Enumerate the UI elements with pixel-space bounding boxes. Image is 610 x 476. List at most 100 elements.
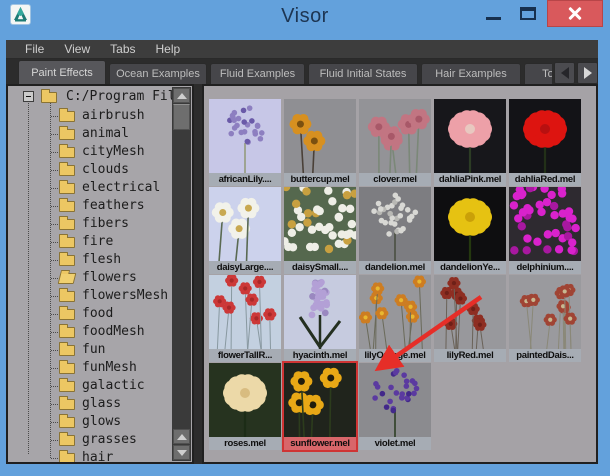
tree-item-label: funMesh (82, 360, 137, 375)
brush-thumbnail-lilyorange-mel[interactable]: lilyOrange.mel (359, 275, 431, 362)
tree-item-foodmesh[interactable]: foodMesh (8, 323, 192, 341)
tree-item-animal[interactable]: animal (8, 125, 192, 143)
tree-item-label: cityMesh (82, 144, 145, 159)
thumbnail-image (509, 99, 581, 173)
tree-connector (51, 116, 58, 117)
thumbnail-image (509, 275, 581, 349)
tree-scrollbar[interactable] (172, 87, 191, 461)
menu-file[interactable]: File (15, 40, 54, 59)
thumbnail-label: dandelionYe... (434, 261, 506, 274)
maximize-button[interactable] (513, 0, 543, 27)
brush-thumbnail-dahliared-mel[interactable]: dahliaRed.mel (509, 99, 581, 186)
tab-paint-effects[interactable]: Paint Effects (18, 60, 106, 84)
brush-thumbnail-flowertallr-[interactable]: flowerTallR... (209, 275, 281, 362)
brush-thumbnail-violet-mel[interactable]: violet.mel (359, 363, 431, 450)
brush-thumbnail-africanlily-[interactable]: africanLily.... (209, 99, 281, 186)
brush-thumbnail-dandelionye-[interactable]: dandelionYe... (434, 187, 506, 274)
brush-thumbnail-sunflower-mel[interactable]: sunflower.mel (282, 361, 358, 452)
brush-thumbnail-dandelion-mel[interactable]: dandelion.mel (359, 187, 431, 274)
tree-item-glows[interactable]: glows (8, 413, 192, 431)
brush-thumbnail-clover-mel[interactable]: clover.mel (359, 99, 431, 186)
brush-thumbnail-painteddais-[interactable]: paintedDais... (509, 275, 581, 362)
brush-thumbnail-lilyred-mel[interactable]: lilyRed.mel (434, 275, 506, 362)
open-folder-icon (57, 273, 77, 284)
panel-splitter[interactable] (194, 84, 202, 464)
tree-item-c-program-files[interactable]: C:/Program Files (8, 88, 192, 106)
tree-connector (51, 422, 58, 423)
tree-connector (51, 350, 58, 351)
menu-help[interactable]: Help (146, 40, 191, 59)
thumbnail-label: clover.mel (359, 173, 431, 186)
brush-thumbnail-buttercup-mel[interactable]: buttercup.mel (284, 99, 356, 186)
tree-connector (51, 206, 58, 207)
tab-scroll-right-button[interactable] (577, 62, 598, 84)
tab-hair-examples[interactable]: Hair Examples (421, 63, 521, 84)
brush-thumbnail-dahliapink-mel[interactable]: dahliaPink.mel (434, 99, 506, 186)
brush-thumbnail-daisysmall-[interactable]: daisySmall.... (284, 187, 356, 274)
tree-item-funmesh[interactable]: funMesh (8, 359, 192, 377)
tree-item-clouds[interactable]: clouds (8, 161, 192, 179)
folder-icon (59, 216, 75, 230)
close-button[interactable] (547, 0, 603, 27)
thumbnail-label: delphinium.... (509, 261, 581, 274)
chevron-left-icon (560, 67, 569, 79)
tree-connector (51, 404, 58, 405)
brush-thumbnail-roses-mel[interactable]: roses.mel (209, 363, 281, 450)
tab-ocean-examples[interactable]: Ocean Examples (109, 63, 207, 84)
arrow-up-icon (176, 92, 187, 99)
tree-connector (51, 224, 58, 225)
tree-item-airbrush[interactable]: airbrush (8, 107, 192, 125)
tab-scroll-left-button[interactable] (554, 62, 575, 84)
tree-item-citymesh[interactable]: cityMesh (8, 143, 192, 161)
minimize-button[interactable] (478, 0, 508, 27)
tree-item-label: food (82, 306, 114, 321)
thumbnail-image (509, 187, 581, 261)
tree-item-flowersmesh[interactable]: flowersMesh (8, 287, 192, 305)
tree-item-label: galactic (82, 378, 145, 393)
tree-item-grasses[interactable]: grasses (8, 431, 192, 449)
tree-item-label: fibers (82, 216, 129, 231)
arrow-down-icon (176, 449, 187, 456)
tree-connector (51, 296, 58, 297)
tree-item-feathers[interactable]: feathers (8, 197, 192, 215)
menu-tabs[interactable]: Tabs (100, 40, 145, 59)
thumbnail-label: dahliaPink.mel (434, 173, 506, 186)
tree-item-galactic[interactable]: galactic (8, 377, 192, 395)
thumbnail-label: dahliaRed.mel (509, 173, 581, 186)
tree-item-fire[interactable]: fire (8, 233, 192, 251)
tab-fluid-examples[interactable]: Fluid Examples (210, 63, 305, 84)
tree-item-label: flesh (82, 252, 122, 267)
titlebar[interactable]: Visor (0, 0, 610, 40)
folder-icon (59, 450, 75, 462)
scroll-up-button-bottom[interactable] (173, 429, 190, 444)
scroll-up-button[interactable] (173, 88, 190, 103)
tree-item-fibers[interactable]: fibers (8, 215, 192, 233)
tree-item-label: animal (82, 126, 129, 141)
brush-thumbnail-daisylarge-[interactable]: daisyLarge.... (209, 187, 281, 274)
tree-item-electrical[interactable]: electrical (8, 179, 192, 197)
tree-item-label: fun (82, 342, 106, 357)
thumbnail-image (209, 275, 281, 349)
brush-thumbnail-hyacinth-mel[interactable]: hyacinth.mel (284, 275, 356, 362)
tab-toon[interactable]: Toon (524, 63, 552, 84)
tab-fluid-initial-states[interactable]: Fluid Initial States (308, 63, 418, 84)
scrollbar-thumb[interactable] (173, 104, 190, 130)
brush-thumbnail-delphinium-[interactable]: delphinium.... (509, 187, 581, 274)
tree-item-glass[interactable]: glass (8, 395, 192, 413)
tree-item-label: grasses (82, 432, 137, 447)
thumbnail-label: lilyRed.mel (434, 349, 506, 362)
tree-item-fun[interactable]: fun (8, 341, 192, 359)
tree-item-label: flowers (82, 270, 137, 285)
tree-item-flowers[interactable]: flowers (8, 269, 192, 287)
scroll-down-button[interactable] (173, 445, 190, 460)
tree-item-hair[interactable]: hair (8, 449, 192, 462)
tree-item-food[interactable]: food (8, 305, 192, 323)
folder-icon (59, 360, 75, 374)
tree-item-label: flowersMesh (82, 288, 169, 303)
collapse-icon[interactable] (23, 91, 34, 102)
menu-view[interactable]: View (54, 40, 100, 59)
thumbnail-image (359, 275, 431, 349)
thumbnail-image (434, 275, 506, 349)
tree-item-flesh[interactable]: flesh (8, 251, 192, 269)
thumbnail-image (284, 187, 356, 261)
